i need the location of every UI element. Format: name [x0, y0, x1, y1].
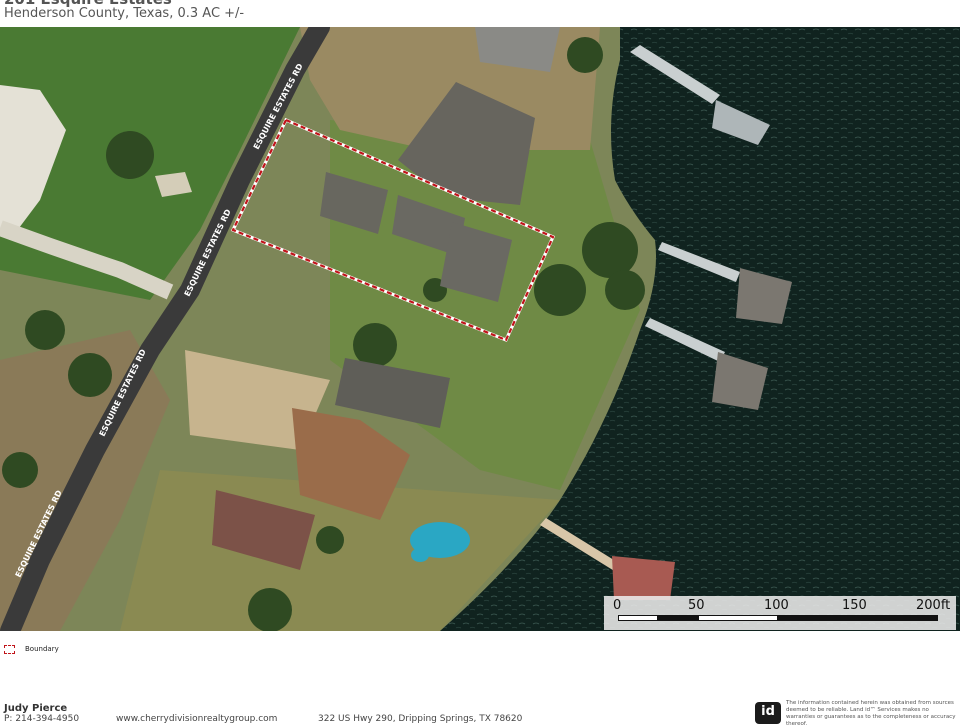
scale-tick-50: 50 — [688, 598, 705, 613]
scale-bar: 0 50 100 150 200ft — [604, 596, 956, 630]
scale-tick-200: 200ft — [916, 598, 951, 613]
agent-name: Judy Pierce — [4, 703, 68, 714]
land-id-logo: id — [755, 702, 781, 724]
agent-phone: P: 214-394-4950 — [4, 714, 80, 724]
office-address: 322 US Hwy 290, Dripping Springs, TX 786… — [318, 714, 523, 724]
property-location: Henderson County, Texas, 0.3 AC +/- — [4, 6, 245, 21]
legend-boundary-label: Boundary — [25, 645, 59, 653]
aerial-imagery: ESQUIRE ESTATES RD ESQUIRE ESTATES RD ES… — [0, 27, 960, 631]
spa — [411, 548, 429, 562]
disclaimer-text: The information contained herein was obt… — [786, 700, 956, 727]
scale-tick-0: 0 — [613, 598, 622, 613]
scale-segment — [698, 615, 778, 621]
scale-segment — [778, 615, 938, 621]
boundary-dashed-outline-icon — [4, 645, 15, 654]
aerial-map[interactable]: ESQUIRE ESTATES RD ESQUIRE ESTATES RD ES… — [0, 27, 960, 631]
scale-segment — [658, 615, 698, 621]
agent-website[interactable]: www.cherrydivisionrealtygroup.com — [116, 714, 277, 724]
scale-segment — [618, 615, 658, 621]
scale-tick-100: 100 — [764, 598, 789, 613]
scale-tick-150: 150 — [842, 598, 867, 613]
